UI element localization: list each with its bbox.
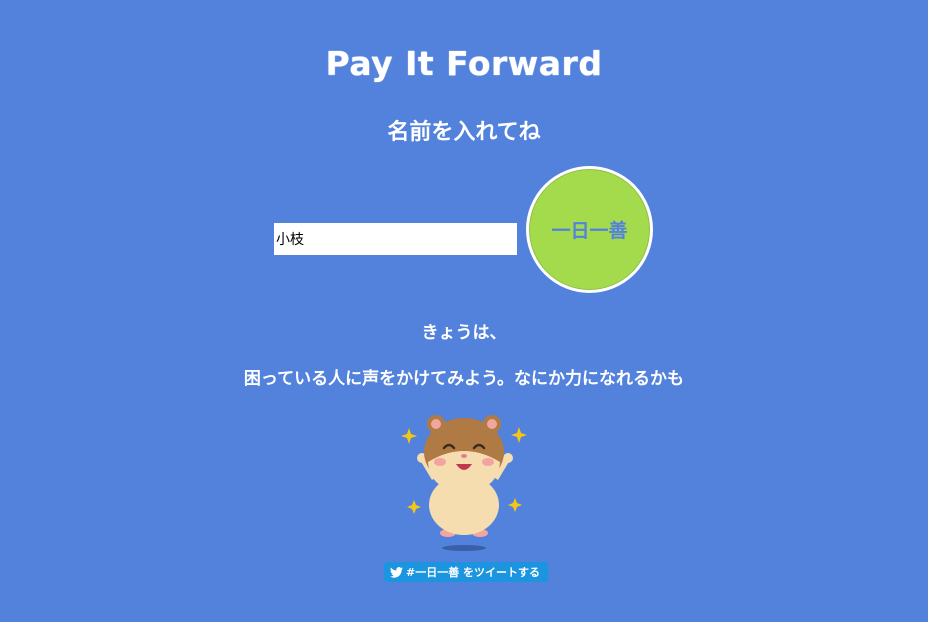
sparkle-icon (401, 428, 417, 444)
tweet-button[interactable]: #一日一善 をツイートする (384, 562, 549, 582)
message-deed: 困っている人に声をかけてみよう。なにか力になれるかも (243, 369, 685, 389)
message-intro: きょうは、 (421, 323, 507, 343)
page-title: Pay It Forward (325, 44, 603, 83)
twitter-bird-icon (390, 566, 403, 578)
good-deed-button-label: 一日一善 (551, 220, 628, 242)
sparkle-icon (511, 427, 527, 443)
good-deed-button[interactable]: 一日一善 (526, 166, 653, 293)
hamster-shadow (442, 545, 486, 551)
name-prompt: 名前を入れてね (387, 120, 541, 145)
tweet-button-label: #一日一善 をツイートする (406, 566, 541, 579)
name-input[interactable] (274, 223, 517, 255)
sparkle-icon (508, 498, 522, 512)
sparkle-icon (407, 500, 421, 514)
hamster-illustration (401, 415, 527, 551)
